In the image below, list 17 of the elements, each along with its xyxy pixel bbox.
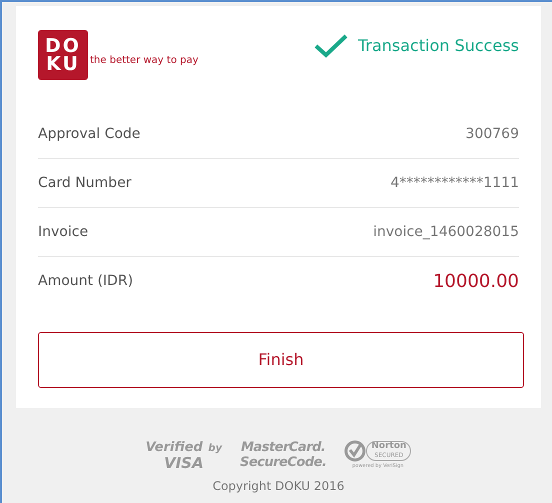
check-icon — [314, 34, 348, 58]
field-value: invoice_1460028015 — [373, 222, 519, 242]
tagline: the better way to pay — [90, 54, 198, 68]
field-label: Invoice — [38, 222, 88, 242]
verified-by-visa-logo: Verified by VISA — [146, 439, 222, 471]
mastercard-securecode-logo: MasterCard. SecureCode. — [240, 440, 326, 470]
finish-button[interactable]: Finish — [38, 332, 524, 388]
field-value: 300769 — [466, 124, 519, 144]
field-label: Approval Code — [38, 124, 140, 144]
copyright-text: Copyright DOKU 2016 — [212, 478, 344, 495]
field-value: 10000.00 — [433, 270, 519, 294]
field-value: 4************1111 — [390, 174, 519, 192]
status-text: Transaction Success — [358, 35, 519, 57]
logo-text: DO — [45, 37, 81, 55]
field-label: Card Number — [38, 174, 132, 192]
logo-text: KU — [46, 55, 80, 73]
field-label: Amount (IDR) — [38, 272, 134, 291]
